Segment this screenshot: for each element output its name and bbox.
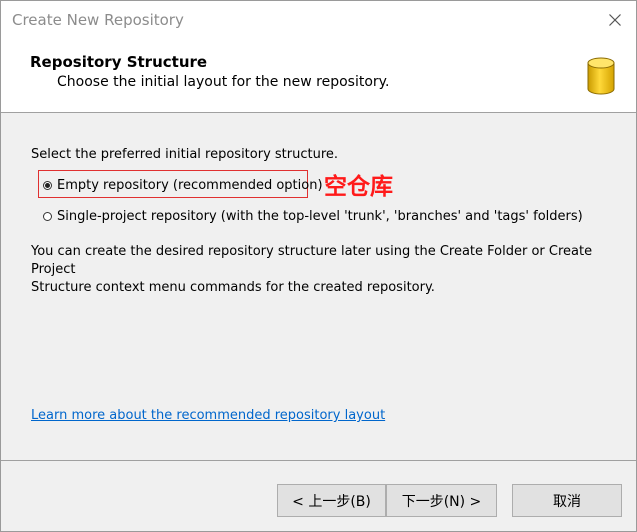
structure-description: You can create the desired repository st… <box>31 243 611 297</box>
cancel-button[interactable]: 取消 <box>512 484 622 517</box>
page-title: Repository Structure <box>30 53 208 71</box>
window-title: Create New Repository <box>12 11 184 29</box>
description-line-1: You can create the desired repository st… <box>31 244 593 277</box>
radio-single-project-repository[interactable]: Single-project repository (with the top-… <box>43 209 583 224</box>
dialog-window: Create New Repository Repository Structu… <box>0 0 637 532</box>
description-line-2: Structure context menu commands for the … <box>31 280 435 295</box>
radio-empty-repository[interactable]: Empty repository (recommended option) <box>43 178 323 193</box>
title-bar: Create New Repository <box>1 1 636 39</box>
close-icon <box>609 14 621 26</box>
radio-empty-label: Empty repository (recommended option) <box>57 178 323 193</box>
radio-button-checked[interactable] <box>43 181 52 190</box>
wizard-header: Repository Structure Choose the initial … <box>1 39 636 112</box>
learn-more-link[interactable]: Learn more about the recommended reposit… <box>31 408 385 423</box>
annotation-text: 空仓库 <box>324 174 393 200</box>
footer-divider <box>1 460 636 461</box>
radio-single-label: Single-project repository (with the top-… <box>57 209 583 224</box>
next-button[interactable]: 下一步(N) > <box>386 484 497 517</box>
database-icon <box>587 57 615 95</box>
close-button[interactable] <box>594 1 636 39</box>
header-divider <box>1 112 636 113</box>
page-subtitle: Choose the initial layout for the new re… <box>57 74 390 90</box>
structure-prompt: Select the preferred initial repository … <box>31 147 339 162</box>
radio-button-unchecked[interactable] <box>43 212 52 221</box>
back-button[interactable]: < 上一步(B) <box>277 484 386 517</box>
